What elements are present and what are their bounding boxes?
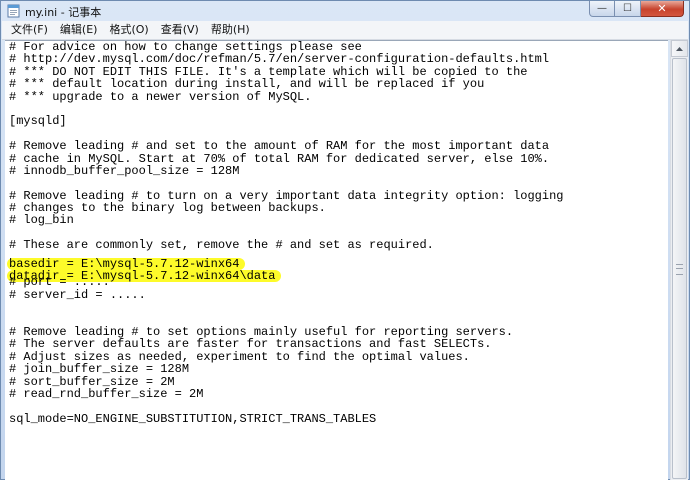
caption-buttons: — ☐ ✕ xyxy=(589,1,684,18)
text-line: # *** upgrade to a newer version of MySQ… xyxy=(9,89,312,104)
text-line xyxy=(9,301,564,313)
text-line: # Remove leading # and set to the amount… xyxy=(9,139,550,154)
text-editor[interactable]: # For advice on how to change settings p… xyxy=(5,40,668,480)
menu-format[interactable]: 格式(O) xyxy=(103,21,154,39)
vertical-scrollbar[interactable] xyxy=(670,40,688,480)
text-line: sql_mode=NO_ENGINE_SUBSTITUTION,STRICT_T… xyxy=(9,411,377,426)
text-line: # These are commonly set, remove the # a… xyxy=(9,238,434,253)
text-line: # log_bin xyxy=(9,213,74,228)
text-line: [mysqld] xyxy=(9,114,67,129)
text-line: # *** default location during install, a… xyxy=(9,77,485,92)
window-title: my.ini - 记事本 xyxy=(25,6,102,19)
text-line xyxy=(9,400,564,412)
menu-bar: 文件(F) 编辑(E) 格式(O) 查看(V) 帮助(H) xyxy=(2,21,688,40)
scroll-up-icon xyxy=(676,46,683,51)
editor-lines: # For advice on how to change settings p… xyxy=(7,41,564,426)
minimize-button[interactable]: — xyxy=(589,1,615,17)
menu-help[interactable]: 帮助(H) xyxy=(205,21,256,39)
close-button[interactable]: ✕ xyxy=(641,1,684,17)
text-line: # http://dev.mysql.com/doc/refman/5.7/en… xyxy=(9,52,550,67)
menu-view[interactable]: 查看(V) xyxy=(155,21,205,39)
notepad-window: my.ini - 记事本 — ☐ ✕ 文件(F) 编辑(E) 格式(O) 查看(… xyxy=(0,0,690,480)
text-line: # The server defaults are faster for tra… xyxy=(9,337,492,352)
notepad-icon xyxy=(7,4,20,18)
scroll-up-button[interactable] xyxy=(671,40,688,57)
highlighted-line-row: basedir = E:\mysql-5.7.12-winx64 xyxy=(7,252,564,270)
menu-file[interactable]: 文件(F) xyxy=(5,21,54,39)
maximize-button[interactable]: ☐ xyxy=(615,1,641,17)
close-icon: ✕ xyxy=(657,2,667,15)
text-line xyxy=(9,177,564,189)
scroll-thumb[interactable] xyxy=(672,58,687,479)
text-line: # changes to the binary log between back… xyxy=(9,201,326,216)
text-line: # innodb_buffer_pool_size = 128M xyxy=(9,163,240,178)
grip-icon xyxy=(676,264,683,275)
title-bar[interactable]: my.ini - 记事本 — ☐ ✕ xyxy=(1,1,689,21)
text-line: # server_id = ..... xyxy=(9,287,146,302)
menu-edit[interactable]: 编辑(E) xyxy=(54,21,104,39)
text-line: # read_rnd_buffer_size = 2M xyxy=(9,386,204,401)
maximize-icon: ☐ xyxy=(623,2,632,14)
text-line: # port = ..... xyxy=(9,275,110,290)
text-line xyxy=(9,103,564,115)
text-line: # join_buffer_size = 128M xyxy=(9,362,190,377)
minimize-icon: — xyxy=(597,2,607,14)
